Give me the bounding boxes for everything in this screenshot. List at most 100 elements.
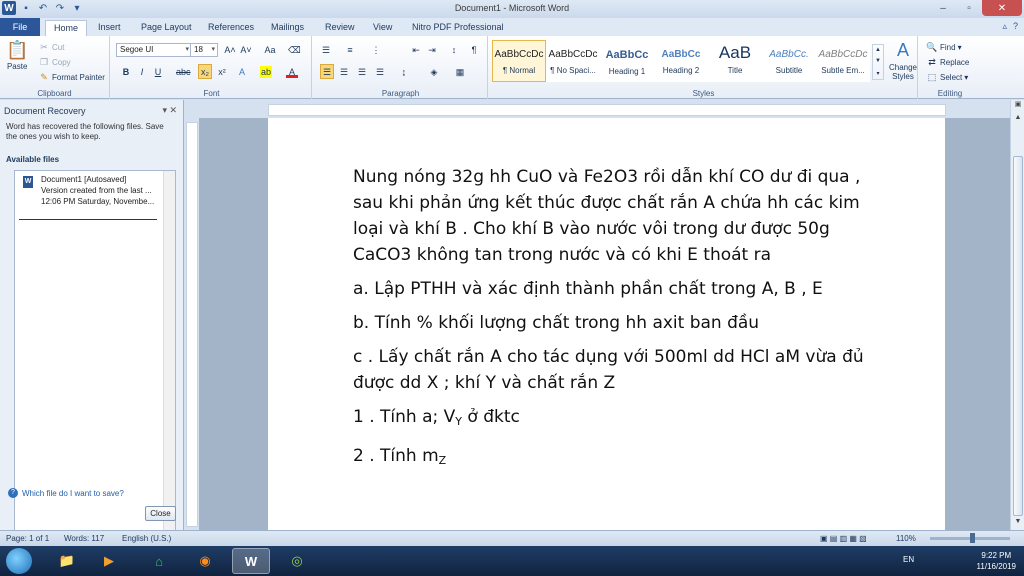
line-spacing-button[interactable]: ↨ xyxy=(398,66,410,78)
file-explorer-icon[interactable]: 📁 xyxy=(48,548,86,574)
style-heading-2[interactable]: AaBbCc Heading 2 xyxy=(654,40,708,82)
tab-home[interactable]: Home xyxy=(45,20,88,36)
multilevel-list-button[interactable]: ⋮ xyxy=(370,44,382,56)
style-title[interactable]: AaB Title xyxy=(708,40,762,82)
recovery-close-button[interactable]: Close xyxy=(145,506,176,521)
sort-button[interactable]: ↕ xyxy=(448,44,460,56)
shrink-font-button[interactable]: A˅ xyxy=(240,44,252,56)
tab-file[interactable]: File xyxy=(0,18,40,36)
clipboard-group-label: Clipboard xyxy=(37,89,72,98)
increase-indent-button[interactable]: ⇥ xyxy=(426,44,438,56)
superscript-button[interactable]: x² xyxy=(216,66,228,78)
italic-button[interactable]: I xyxy=(136,66,148,78)
scroll-up-icon[interactable]: ▲ xyxy=(875,47,881,53)
align-left-button[interactable]: ☰ xyxy=(320,64,334,79)
subscript-button[interactable]: x₂ xyxy=(198,64,212,79)
scrollbar-thumb[interactable] xyxy=(1013,156,1023,516)
paint-bucket-icon: ◈ xyxy=(430,67,438,77)
select-button[interactable]: ⬚ Select ▾ xyxy=(926,71,969,83)
grow-font-button[interactable]: A˄ xyxy=(224,44,236,56)
paste-icon: 📋 xyxy=(6,40,29,60)
bullets-button[interactable]: ☰ xyxy=(320,44,332,56)
change-case-button[interactable]: Aa xyxy=(264,44,276,56)
tab-insert[interactable]: Insert xyxy=(90,20,129,36)
tab-page-layout[interactable]: Page Layout xyxy=(133,20,200,36)
recovered-file-name[interactable]: Document1 [Autosaved] xyxy=(41,175,126,184)
input-language[interactable]: EN xyxy=(903,555,914,564)
browser-icon[interactable]: ◎ xyxy=(278,548,316,574)
document-page[interactable]: Nung nóng 32g hh CuO và Fe2O3 rồi dẫn kh… xyxy=(268,118,945,530)
document-scrollbar[interactable]: ▣ ▲ ▼ xyxy=(1010,100,1024,530)
find-button[interactable]: 🔍 Find ▾ xyxy=(926,41,961,53)
font-group-label: Font xyxy=(203,89,220,98)
bold-button[interactable]: B xyxy=(120,66,132,78)
shading-button[interactable]: ◈ xyxy=(428,66,440,78)
strikethrough-button[interactable]: abc xyxy=(176,66,191,78)
text-effects-button[interactable]: A xyxy=(236,66,248,78)
minimize-button[interactable]: – xyxy=(930,0,956,16)
zoom-slider-knob[interactable] xyxy=(970,533,975,543)
underline-button[interactable]: U xyxy=(152,66,164,78)
close-window-button[interactable]: ✕ xyxy=(982,0,1022,16)
borders-button[interactable]: ▦ xyxy=(454,66,466,78)
style-subtle-emphasis[interactable]: AaBbCcDc Subtle Em... xyxy=(816,40,870,82)
ruler-toggle-icon[interactable]: ▣ xyxy=(1011,100,1024,112)
start-button[interactable] xyxy=(6,548,32,574)
firefox-icon[interactable]: ◉ xyxy=(186,548,224,574)
document-body[interactable]: Nung nóng 32g hh CuO và Fe2O3 rồi dẫn kh… xyxy=(353,164,873,482)
app-icon[interactable]: ⌂ xyxy=(140,548,178,574)
numbering-button[interactable]: ≡ xyxy=(344,44,356,56)
style-heading-1[interactable]: AaBbCc Heading 1 xyxy=(600,40,654,82)
styles-scroll[interactable]: ▲ ▼ ▾ xyxy=(872,44,884,80)
more-styles-icon[interactable]: ▾ xyxy=(876,70,879,77)
view-buttons[interactable]: ▣ ▤ ▥ ▦ ▧ xyxy=(820,534,867,543)
decrease-indent-button[interactable]: ⇤ xyxy=(410,44,422,56)
page-count[interactable]: Page: 1 of 1 xyxy=(6,534,49,543)
style-subtitle[interactable]: AaBbCc. Subtitle xyxy=(762,40,816,82)
language-indicator[interactable]: English (U.S.) xyxy=(122,534,171,543)
style-normal[interactable]: AaBbCcDc ¶ Normal xyxy=(492,40,546,82)
scroll-down-arrow[interactable]: ▼ xyxy=(1011,518,1024,530)
paragraph-question-2: 2 . Tính mZ xyxy=(353,446,447,467)
align-left-icon: ☰ xyxy=(322,66,332,77)
show-marks-button[interactable]: ¶ xyxy=(468,44,480,56)
horizontal-ruler[interactable] xyxy=(268,104,946,116)
justify-button[interactable]: ☰ xyxy=(374,66,386,78)
word-taskbar-icon[interactable]: W xyxy=(232,548,270,574)
zoom-slider[interactable] xyxy=(930,533,1010,543)
style-no-spacing[interactable]: AaBbCcDc ¶ No Spaci... xyxy=(546,40,600,82)
tab-mailings[interactable]: Mailings xyxy=(263,20,312,36)
help-icon[interactable]: ? xyxy=(1013,21,1018,32)
minimize-ribbon-icon[interactable]: ▵ xyxy=(1002,21,1007,32)
change-styles-button[interactable]: A Change Styles xyxy=(886,40,920,81)
paste-button[interactable]: 📋 Paste xyxy=(6,40,28,71)
word-count[interactable]: Words: 117 xyxy=(64,534,104,543)
tab-references[interactable]: References xyxy=(200,20,262,36)
align-center-button[interactable]: ☰ xyxy=(338,66,350,78)
scroll-up-arrow[interactable]: ▲ xyxy=(1011,114,1024,126)
highlight-button[interactable]: ab xyxy=(260,66,272,78)
align-right-button[interactable]: ☰ xyxy=(356,66,368,78)
maximize-button[interactable]: ▫ xyxy=(956,0,982,16)
format-painter-button[interactable]: ✎ Format Painter xyxy=(38,71,105,83)
tab-review[interactable]: Review xyxy=(317,20,363,36)
zoom-level[interactable]: 110% xyxy=(896,534,916,543)
replace-button[interactable]: ⇄ Replace xyxy=(926,56,969,68)
pane-close-icon[interactable]: ▾ ✕ xyxy=(162,105,177,116)
recovered-file-time: 12:06 PM Saturday, Novembe... xyxy=(41,197,155,206)
font-color-button[interactable]: A xyxy=(286,66,298,78)
help-link[interactable]: ? Which file do I want to save? xyxy=(8,488,124,498)
copy-button[interactable]: ❐ Copy xyxy=(38,56,71,68)
font-name-select[interactable]: Segoe UI ▾ xyxy=(116,43,192,57)
ribbon-help-area: ▵ ? xyxy=(1002,21,1018,32)
media-player-icon[interactable]: ▶ xyxy=(90,548,128,574)
tab-view[interactable]: View xyxy=(365,20,400,36)
vertical-ruler[interactable] xyxy=(186,122,198,527)
clock[interactable]: 9:22 PM 11/16/2019 xyxy=(977,550,1016,572)
font-size-select[interactable]: 18 ▾ xyxy=(190,43,218,57)
cut-button[interactable]: ✂ Cut xyxy=(38,41,64,53)
tab-nitro-pdf[interactable]: Nitro PDF Professional xyxy=(404,20,512,36)
clear-formatting-button[interactable]: ⌫ xyxy=(288,44,301,56)
scroll-down-icon[interactable]: ▼ xyxy=(875,58,881,64)
file-list-scrollbar[interactable] xyxy=(163,171,175,535)
